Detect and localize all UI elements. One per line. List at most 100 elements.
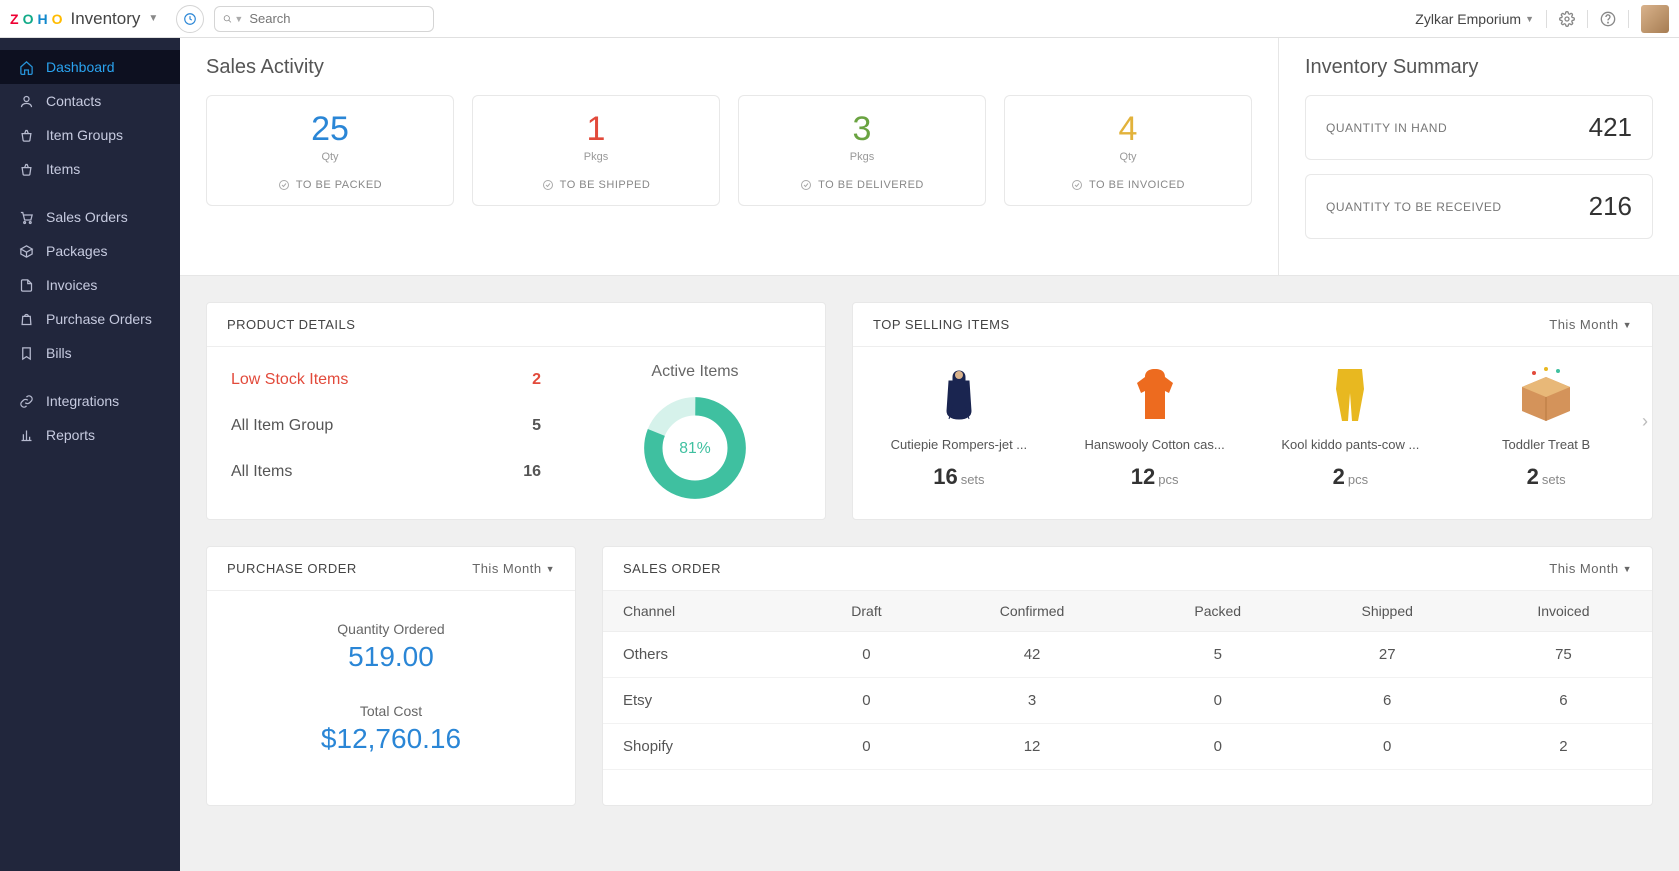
- sidebar-item-integrations[interactable]: Integrations: [0, 384, 180, 418]
- top-selling-item[interactable]: Hanswooly Cotton cas... 12pcs: [1059, 363, 1251, 490]
- table-header: Confirmed: [928, 591, 1136, 632]
- top-selling-item[interactable]: Toddler Treat B 2sets: [1450, 363, 1642, 490]
- active-items-chart: Active Items 81%: [565, 347, 825, 519]
- sidebar-item-label: Bills: [46, 345, 72, 361]
- sidebar-item-purchase-orders[interactable]: Purchase Orders: [0, 302, 180, 336]
- next-button[interactable]: ›: [1642, 411, 1648, 432]
- total-cost-value: $12,760.16: [227, 723, 555, 755]
- chart-icon: [18, 428, 34, 443]
- product-unit: sets: [1542, 472, 1566, 487]
- inv-label: QUANTITY IN HAND: [1326, 121, 1447, 135]
- top-selling-item[interactable]: Kool kiddo pants-cow ... 2pcs: [1255, 363, 1447, 490]
- sidebar-item-sales-orders[interactable]: Sales Orders: [0, 200, 180, 234]
- product-image: [1261, 363, 1441, 427]
- card-unit: Qty: [1005, 151, 1251, 163]
- sales-order-table: ChannelDraftConfirmedPackedShippedInvoic…: [603, 591, 1652, 770]
- table-cell: 5: [1136, 632, 1300, 678]
- sidebar-item-dashboard[interactable]: Dashboard: [0, 50, 180, 84]
- table-cell: Etsy: [603, 678, 805, 724]
- activity-card[interactable]: 1 Pkgs TO BE SHIPPED: [472, 95, 720, 206]
- table-header: Shipped: [1300, 591, 1475, 632]
- product-image: [869, 363, 1049, 427]
- card-number: 3: [739, 110, 985, 149]
- product-details-panel: PRODUCT DETAILS Low Stock Items2All Item…: [206, 302, 826, 520]
- org-switcher[interactable]: Zylkar Emporium ▼: [1415, 11, 1534, 27]
- activity-card[interactable]: 3 Pkgs TO BE DELIVERED: [738, 95, 986, 206]
- sidebar-item-label: Items: [46, 161, 80, 177]
- sidebar-item-invoices[interactable]: Invoices: [0, 268, 180, 302]
- panel-title: SALES ORDER: [623, 561, 721, 576]
- product-detail-row[interactable]: All Item Group5: [207, 403, 565, 449]
- table-header: Channel: [603, 591, 805, 632]
- settings-button[interactable]: [1559, 11, 1575, 27]
- table-row: Shopify012002: [603, 724, 1652, 770]
- avatar[interactable]: [1641, 5, 1669, 33]
- product-unit: pcs: [1348, 472, 1368, 487]
- product-image: [1456, 363, 1636, 427]
- filter-dropdown[interactable]: This Month▼: [1549, 317, 1632, 332]
- sidebar-item-item-groups[interactable]: Item Groups: [0, 118, 180, 152]
- pd-value: 5: [532, 417, 541, 435]
- top-selling-item[interactable]: Cutiepie Rompers-jet ... 16sets: [863, 363, 1055, 490]
- sidebar-item-label: Packages: [46, 243, 107, 259]
- search-input[interactable]: [249, 11, 425, 26]
- activity-card[interactable]: 25 Qty TO BE PACKED: [206, 95, 454, 206]
- table-cell: 42: [928, 632, 1136, 678]
- card-number: 1: [473, 110, 719, 149]
- sidebar-item-reports[interactable]: Reports: [0, 418, 180, 452]
- sidebar-item-packages[interactable]: Packages: [0, 234, 180, 268]
- table-cell: 27: [1300, 632, 1475, 678]
- inv-value: 216: [1589, 191, 1632, 222]
- sidebar-item-bills[interactable]: Bills: [0, 336, 180, 370]
- logo[interactable]: ZOHO Inventory ▼: [10, 9, 158, 29]
- main-content: Sales Activity 25 Qty TO BE PACKED1 Pkgs…: [180, 38, 1679, 871]
- pd-label: All Items: [231, 463, 292, 481]
- chart-title: Active Items: [651, 363, 738, 381]
- table-cell: 6: [1300, 678, 1475, 724]
- product-detail-row[interactable]: All Items16: [207, 449, 565, 495]
- topbar: ZOHO Inventory ▼ ▼ Zylkar Emporium ▼: [0, 0, 1679, 38]
- help-button[interactable]: [1600, 11, 1616, 27]
- bag-icon: [18, 312, 34, 327]
- table-cell: 0: [1136, 678, 1300, 724]
- divider: [1546, 10, 1547, 28]
- table-cell: Others: [603, 632, 805, 678]
- purchase-order-panel: PURCHASE ORDER This Month▼ Quantity Orde…: [206, 546, 576, 806]
- sidebar-item-items[interactable]: Items: [0, 152, 180, 186]
- sales-activity-section: Sales Activity 25 Qty TO BE PACKED1 Pkgs…: [180, 38, 1279, 275]
- table-header: Invoiced: [1475, 591, 1652, 632]
- table-cell: 6: [1475, 678, 1652, 724]
- inv-value: 421: [1589, 112, 1632, 143]
- divider: [1587, 10, 1588, 28]
- caret-down-icon: ▼: [234, 14, 243, 24]
- table-cell: 0: [805, 724, 929, 770]
- table-row: Others04252775: [603, 632, 1652, 678]
- product-qty: 16: [933, 464, 957, 489]
- filter-dropdown[interactable]: This Month▼: [1549, 561, 1632, 576]
- product-unit: sets: [961, 472, 985, 487]
- inv-label: QUANTITY TO BE RECEIVED: [1326, 200, 1502, 214]
- filter-dropdown[interactable]: This Month▼: [472, 561, 555, 576]
- caret-down-icon: ▼: [148, 13, 158, 24]
- sidebar-item-label: Dashboard: [46, 59, 115, 75]
- card-footer: TO BE SHIPPED: [473, 179, 719, 191]
- section-title: Sales Activity: [206, 56, 1252, 79]
- pd-value: 2: [532, 371, 541, 389]
- recent-history-button[interactable]: [176, 5, 204, 33]
- sidebar: Dashboard ContactsItem Groups Items Sales O…: [0, 38, 180, 871]
- table-cell: 0: [805, 678, 929, 724]
- card-footer: TO BE INVOICED: [1005, 179, 1251, 191]
- activity-card[interactable]: 4 Qty TO BE INVOICED: [1004, 95, 1252, 206]
- table-cell: Shopify: [603, 724, 805, 770]
- product-detail-row[interactable]: Low Stock Items 2: [207, 357, 565, 403]
- sidebar-item-contacts[interactable]: Contacts: [0, 84, 180, 118]
- inventory-summary-row: QUANTITY TO BE RECEIVED 216: [1305, 174, 1653, 239]
- cart-icon: [18, 210, 34, 225]
- table-cell: 2: [1475, 724, 1652, 770]
- card-footer: TO BE DELIVERED: [739, 179, 985, 191]
- pd-label: Low Stock Items: [231, 371, 348, 389]
- sidebar-item-label: Sales Orders: [46, 209, 128, 225]
- product-name: Toddler Treat B: [1456, 437, 1636, 452]
- table-cell: 0: [1136, 724, 1300, 770]
- search-box[interactable]: ▼: [214, 6, 434, 32]
